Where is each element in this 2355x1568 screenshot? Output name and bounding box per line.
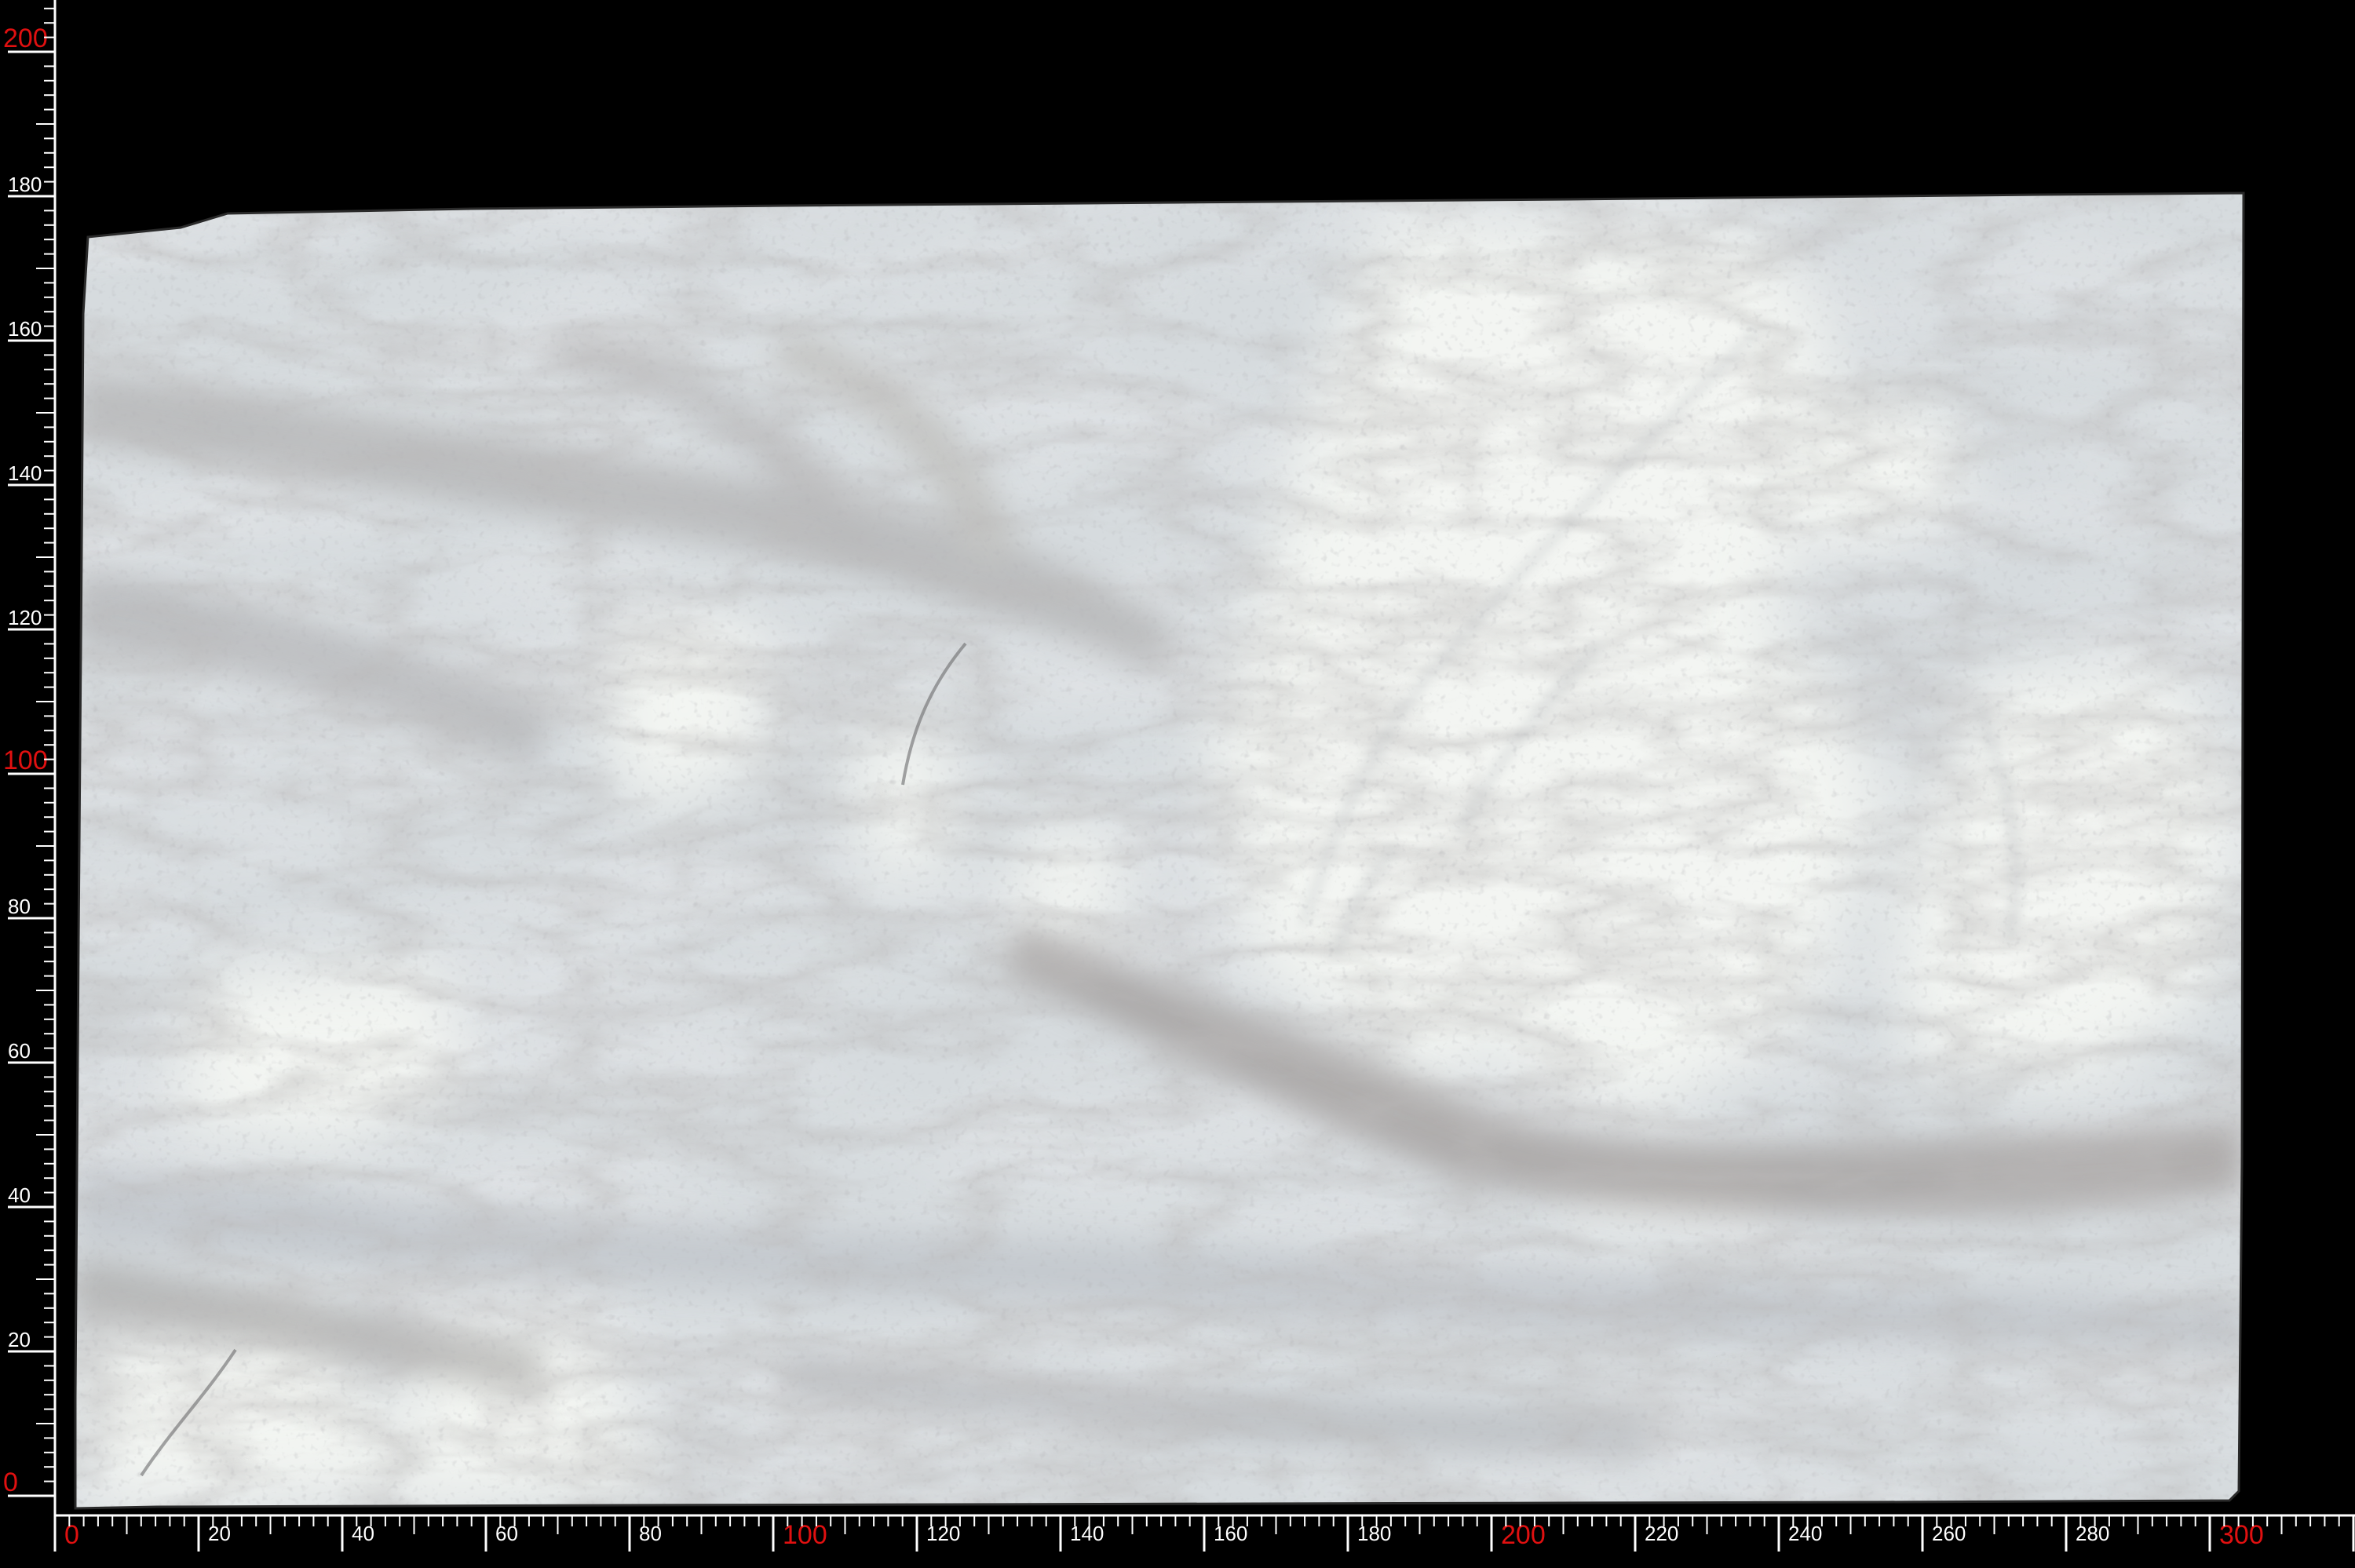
y-ruler-label: 140 (8, 461, 42, 485)
x-ruler-label: 200 (1501, 1520, 1546, 1550)
y-ruler-label: 160 (8, 317, 42, 341)
y-ruler-label: 100 (3, 746, 48, 775)
x-ruler: 0 20 40 60 80 100 120 140 160 180 200 220 240 260 280 3… (53, 1515, 2355, 1552)
y-ruler-label: 60 (8, 1039, 31, 1063)
y-ruler-label: 0 (3, 1468, 18, 1497)
x-ruler-label: 0 (64, 1520, 79, 1550)
y-ruler-label: 20 (8, 1328, 31, 1351)
y-ruler-label: 120 (8, 606, 42, 629)
y-ruler-label: 200 (3, 24, 48, 53)
slab-photo-stage: 0 20 40 60 80 100 120 140 160 180 200 220 240 260 280 3… (0, 0, 2355, 1564)
x-ruler-label: 300 (2219, 1520, 2264, 1550)
y-ruler-label: 180 (8, 173, 42, 196)
x-ruler-label: 100 (783, 1520, 827, 1550)
y-ruler-label: 80 (8, 895, 31, 918)
y-ruler-label: 40 (8, 1183, 31, 1207)
y-ruler: 0 20 40 60 80 100 120 140 160 180 200 (3, 7, 55, 1497)
measurement-rulers: 0 20 40 60 80 100 120 140 160 180 200 220 240 260 280 3… (3, 0, 2355, 1552)
